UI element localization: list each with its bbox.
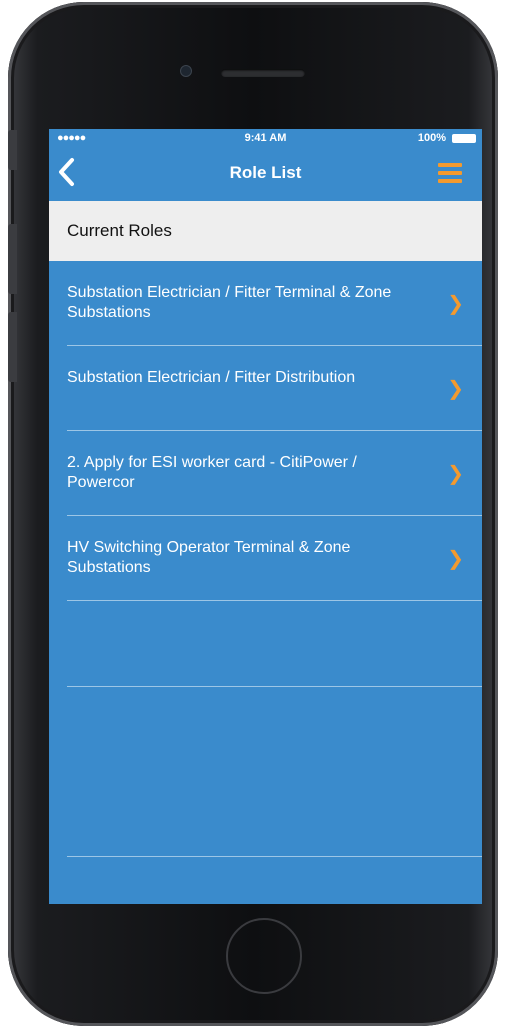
mute-switch bbox=[8, 130, 17, 170]
role-list: Substation Electrician / Fitter Terminal… bbox=[49, 261, 482, 857]
empty-row bbox=[67, 601, 482, 687]
list-item-label: Substation Electrician / Fitter Terminal… bbox=[67, 284, 392, 321]
chevron-right-icon: ❯ bbox=[447, 548, 464, 570]
list-item[interactable]: Substation Electrician / Fitter Distribu… bbox=[67, 346, 482, 431]
navigation-bar: Role List bbox=[49, 147, 482, 201]
status-bar: ●●●●● 9:41 AM 100% bbox=[49, 129, 482, 147]
list-item[interactable]: Substation Electrician / Fitter Terminal… bbox=[67, 261, 482, 346]
battery-percent: 100% bbox=[417, 132, 446, 144]
volume-up-button bbox=[8, 224, 17, 294]
home-button[interactable] bbox=[226, 918, 302, 994]
hamburger-menu-icon[interactable] bbox=[438, 163, 462, 185]
list-item-label: Substation Electrician / Fitter Distribu… bbox=[67, 369, 356, 386]
list-item[interactable]: 2. Apply for ESI worker card - CitiPower… bbox=[67, 431, 482, 516]
list-item-label: HV Switching Operator Terminal & Zone Su… bbox=[67, 539, 351, 576]
chevron-right-icon: ❯ bbox=[447, 293, 464, 315]
list-item[interactable]: HV Switching Operator Terminal & Zone Su… bbox=[67, 516, 482, 601]
chevron-right-icon: ❯ bbox=[447, 378, 464, 400]
front-camera bbox=[180, 65, 192, 77]
section-header: Current Roles bbox=[49, 201, 482, 261]
phone-frame: ●●●●● 9:41 AM 100% Role List Current Rol… bbox=[8, 2, 498, 1026]
earpiece-speaker bbox=[221, 69, 305, 77]
list-item-label: 2. Apply for ESI worker card - CitiPower… bbox=[67, 454, 357, 491]
app-screen: ●●●●● 9:41 AM 100% Role List Current Rol… bbox=[49, 129, 482, 904]
empty-row bbox=[67, 687, 482, 857]
page-title: Role List bbox=[229, 163, 302, 182]
volume-down-button bbox=[8, 312, 17, 382]
battery-icon bbox=[452, 134, 476, 143]
chevron-right-icon: ❯ bbox=[447, 463, 464, 485]
section-header-label: Current Roles bbox=[67, 221, 172, 240]
